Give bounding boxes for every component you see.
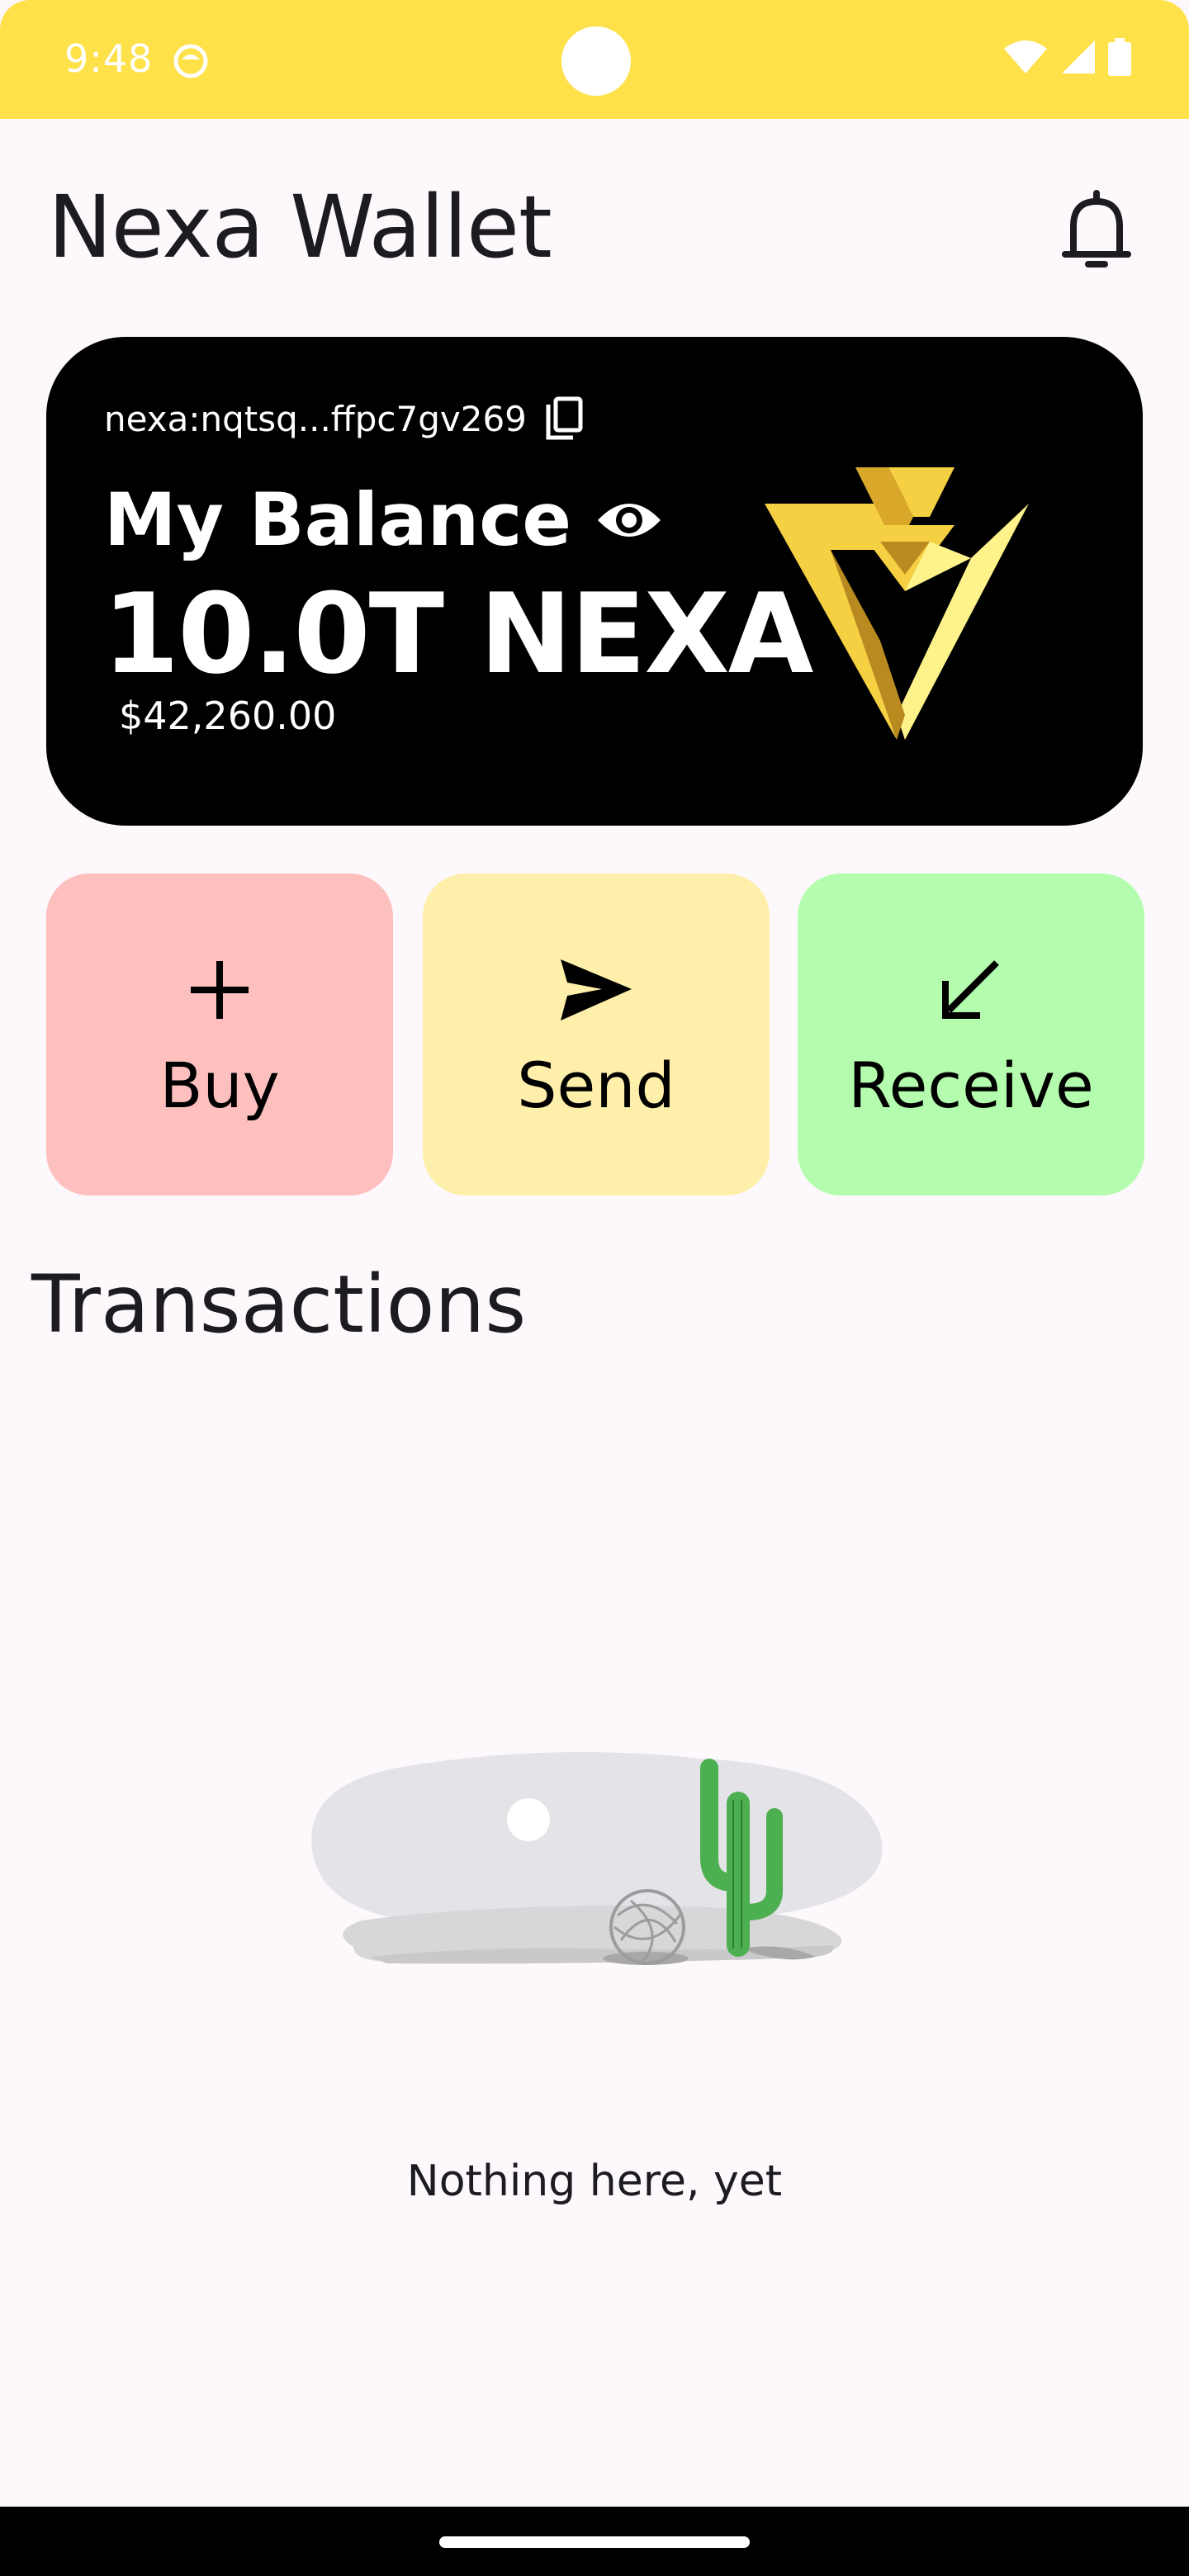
- copy-icon[interactable]: [545, 396, 583, 441]
- receive-label: Receive: [848, 1049, 1094, 1122]
- empty-desert-illustration: [311, 1752, 883, 1965]
- buy-button[interactable]: Buy: [46, 874, 393, 1196]
- balance-card[interactable]: nexa:nqtsq...ffpc7gv269 My Balance 10.0T…: [46, 337, 1143, 826]
- camera-cutout: [561, 26, 631, 96]
- wallet-screen: 9:48 Nexa Wallet nexa:nqtsq...ffpc7gv269…: [0, 0, 1189, 2576]
- send-icon: [561, 959, 632, 1020]
- receive-arrow-icon: [942, 960, 999, 1019]
- status-icons: [1002, 38, 1131, 76]
- empty-state-message: Nothing here, yet: [406, 2157, 783, 2206]
- action-buttons: Buy Send Receive: [46, 874, 1144, 1196]
- battery-icon: [1108, 38, 1131, 76]
- notification-bell-icon[interactable]: [1062, 188, 1131, 271]
- buy-label: Buy: [159, 1049, 280, 1122]
- system-nav-bar: [0, 2507, 1189, 2576]
- send-label: Send: [517, 1049, 675, 1122]
- balance-label-row: My Balance: [104, 477, 662, 562]
- send-button[interactable]: Send: [423, 874, 770, 1196]
- wallet-address: nexa:nqtsq...ffpc7gv269: [104, 398, 527, 439]
- cell-signal-icon: [1062, 40, 1095, 73]
- home-indicator[interactable]: [439, 2536, 750, 2548]
- transactions-heading: Transactions: [31, 1258, 527, 1351]
- balance-fiat-value: $42,260.00: [119, 694, 337, 738]
- status-time: 9:48: [64, 36, 154, 81]
- app-notification-icon: [173, 44, 208, 78]
- balance-amount: 10.0T NEXA: [102, 570, 813, 698]
- address-row: nexa:nqtsq...ffpc7gv269: [104, 396, 583, 441]
- visibility-eye-icon[interactable]: [596, 497, 662, 543]
- balance-label: My Balance: [104, 477, 572, 562]
- wifi-icon: [1004, 40, 1047, 73]
- plus-icon: [191, 961, 249, 1019]
- page-title: Nexa Wallet: [48, 177, 552, 277]
- nexa-logo-icon: [765, 467, 1029, 740]
- receive-button[interactable]: Receive: [798, 874, 1144, 1196]
- status-bar: 9:48: [0, 0, 1189, 119]
